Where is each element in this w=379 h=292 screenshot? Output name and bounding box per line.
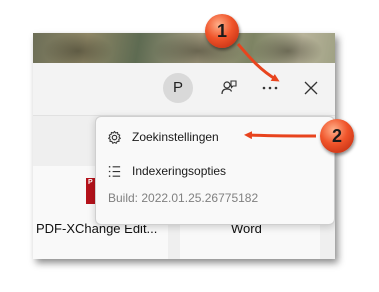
annotation-arrows [236,43,317,140]
arrow-to-more-button [236,43,280,82]
callout-2: 2 [320,119,354,153]
callout-1: 1 [205,14,239,48]
arrow-to-search-settings [244,131,317,140]
